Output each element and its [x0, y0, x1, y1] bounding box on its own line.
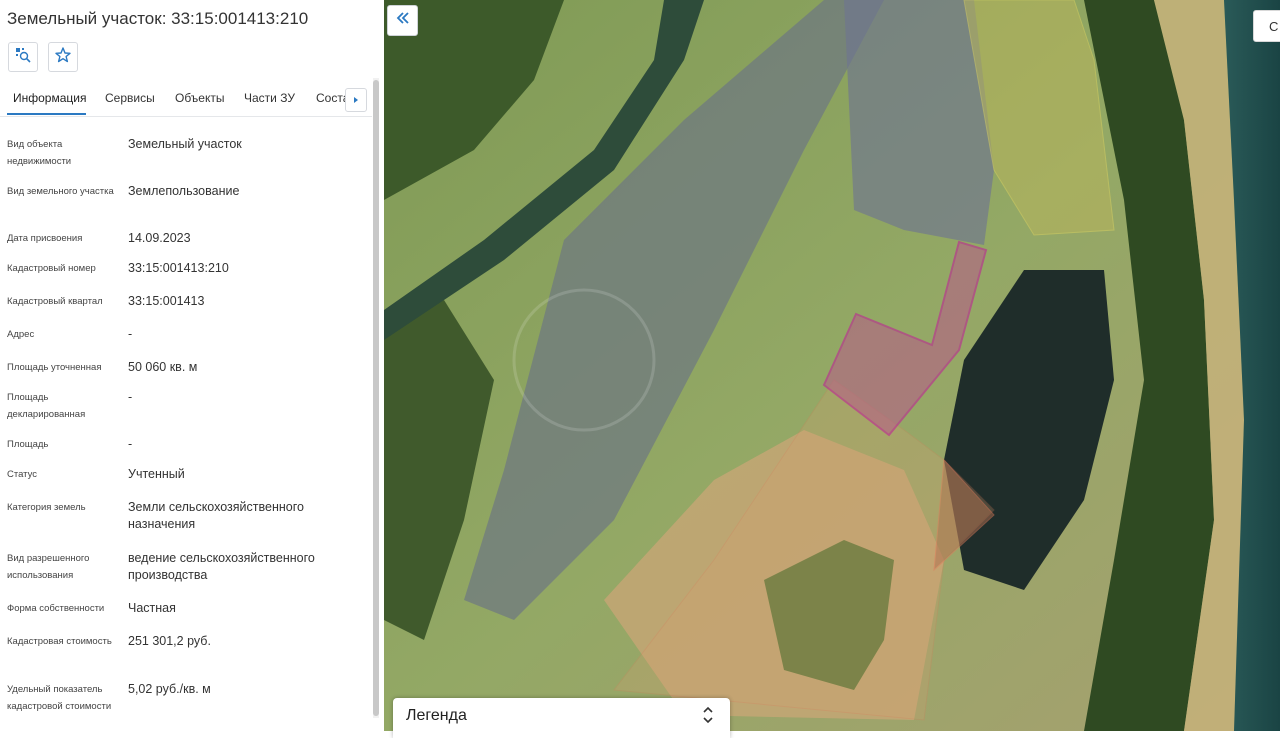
field-label: Форма собственности — [7, 603, 105, 614]
favorite-button[interactable] — [48, 42, 78, 72]
legend-label: Легенда — [406, 707, 467, 724]
field-label: Кадастровый номер — [7, 263, 96, 274]
tab-objects[interactable]: Объекты — [175, 91, 225, 105]
field-label: Дата присвоения — [7, 233, 83, 244]
active-tab-indicator — [7, 113, 86, 115]
field-value: Земельный участок — [128, 137, 242, 151]
field-value: ведение сельскохозяйственного производст… — [128, 551, 315, 582]
field-value: 5,02 руб./кв. м — [128, 682, 211, 696]
map-control-label: С — [1269, 19, 1279, 34]
field-label: Удельный показатель кадастровой стоимост… — [7, 684, 112, 712]
tab-parts[interactable]: Части ЗУ — [244, 91, 295, 105]
field-value: Частная — [128, 601, 176, 615]
field-value: 50 060 кв. м — [128, 360, 198, 374]
tab-bar: Информация Сервисы Объекты Части ЗУ Сост… — [0, 88, 372, 117]
tab-services[interactable]: Сервисы — [105, 91, 155, 105]
field-label: Категория земель — [7, 502, 86, 513]
field-value: 33:15:001413 — [128, 294, 205, 308]
chevron-right-icon — [352, 91, 360, 109]
field-value: 251 301,2 руб. — [128, 634, 211, 648]
map-control-button[interactable]: С — [1253, 10, 1280, 42]
field-label: Площадь уточненная — [7, 362, 102, 373]
legend-panel[interactable]: Легенда — [393, 698, 730, 738]
map-view[interactable] — [384, 0, 1280, 731]
field-label: Кадастровый квартал — [7, 296, 103, 307]
field-value: Землепользование — [128, 184, 240, 198]
field-label: Адрес — [7, 329, 35, 340]
field-label: Кадастровая стоимость — [7, 636, 112, 647]
field-value: - — [128, 390, 133, 404]
info-panel: Земельный участок: 33:15:001413:210 Инфо… — [0, 0, 385, 731]
field-value: 14.09.2023 — [128, 231, 191, 245]
field-value: - — [128, 437, 133, 451]
star-icon — [54, 46, 72, 69]
tabs-scroll-right-button[interactable] — [345, 88, 367, 112]
tab-info[interactable]: Информация — [13, 91, 86, 105]
map-search-icon — [14, 46, 32, 69]
collapse-panel-button[interactable] — [387, 5, 418, 36]
field-label: Вид объекта недвижимости — [7, 139, 72, 167]
field-label: Вид земельного участка — [7, 186, 114, 197]
field-value: 33:15:001413:210 — [128, 261, 229, 275]
field-label: Статус — [7, 469, 38, 480]
double-chevron-left-icon — [396, 11, 410, 30]
page-title: Земельный участок: 33:15:001413:210 — [7, 9, 309, 28]
scrollbar-thumb[interactable] — [373, 80, 379, 716]
field-value: Земли сельскохозяйственного назначения — [128, 500, 304, 531]
field-label: Вид разрешенного использования — [7, 553, 90, 581]
field-label: Площадь — [7, 439, 49, 450]
field-label: Площадь декларированная — [7, 392, 86, 420]
map-search-button[interactable] — [8, 42, 38, 72]
satellite-map[interactable] — [384, 0, 1280, 731]
field-value: Учтенный — [128, 467, 185, 481]
field-value: - — [128, 327, 133, 341]
expand-collapse-icon[interactable] — [701, 704, 715, 726]
